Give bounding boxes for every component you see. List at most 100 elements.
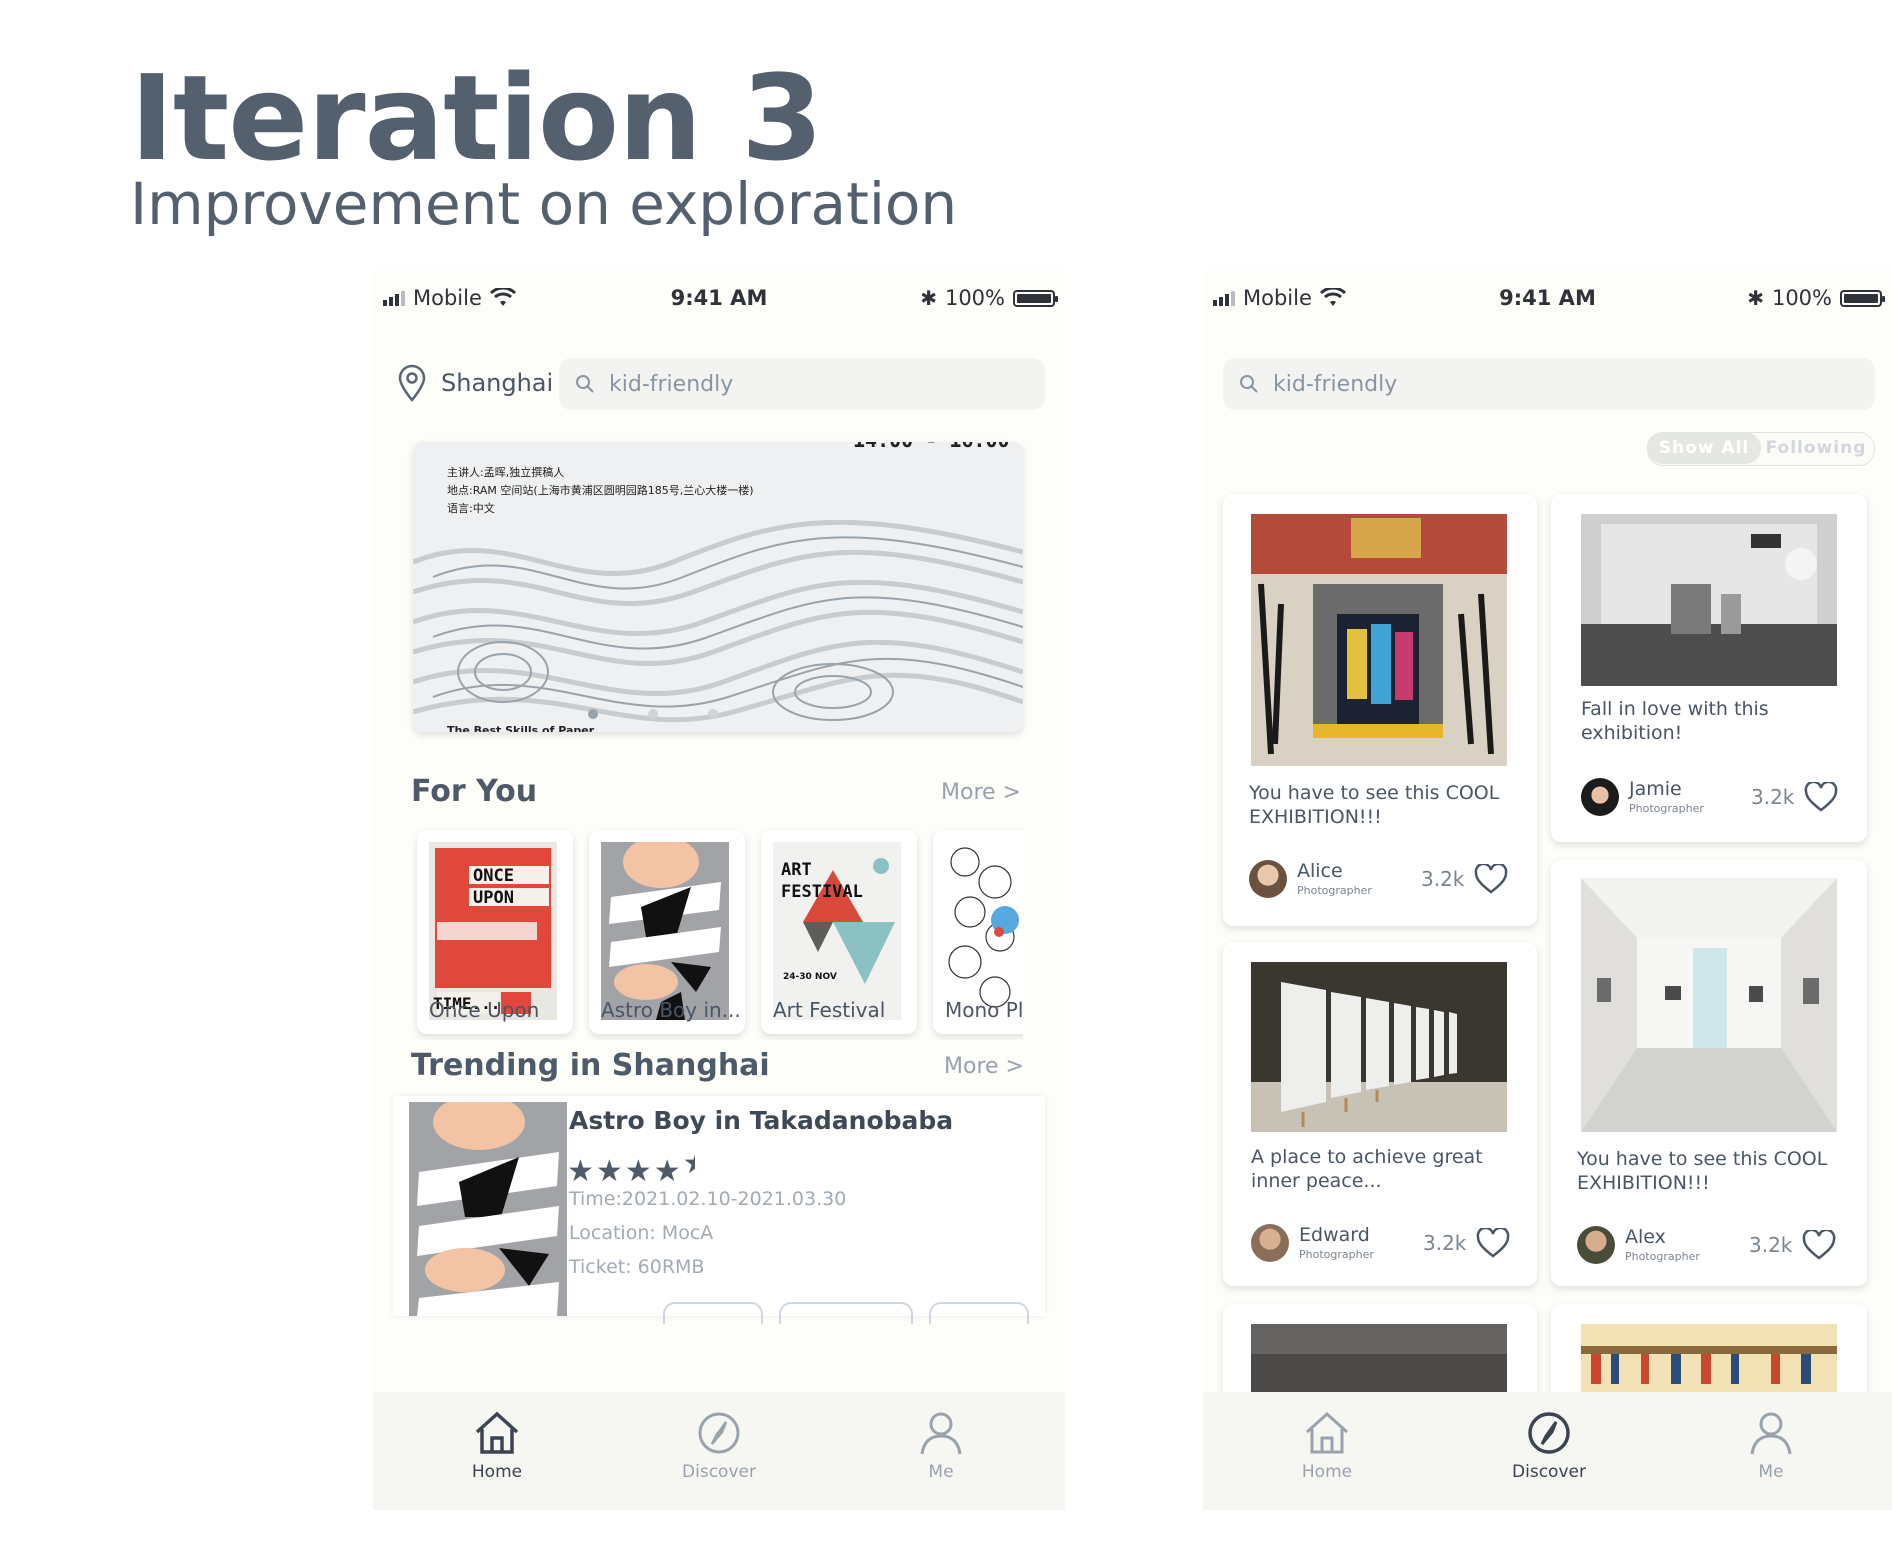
home-icon (1305, 1411, 1349, 1454)
for-you-card[interactable]: ART FESTIVAL 24-30 NOV Art Festival (761, 830, 917, 1034)
feed-post[interactable]: A place to achieve great inner peace... … (1223, 942, 1537, 1286)
feed-post[interactable]: You have to see this COOL EXHIBITION!!! … (1551, 860, 1867, 1286)
like-control[interactable]: 3.2k (1751, 782, 1838, 812)
post-author[interactable]: Alex Photographer (1577, 1226, 1700, 1264)
heart-icon[interactable] (1474, 864, 1508, 894)
search-input[interactable]: kid-friendly (559, 358, 1045, 410)
author-name: Edward (1299, 1223, 1370, 1246)
for-you-card[interactable]: ONCE UPON TIME... Once Upon (417, 830, 573, 1034)
for-you-card[interactable]: Mono Pl (933, 830, 1023, 1034)
for-you-carousel[interactable]: ONCE UPON TIME... Once Upon Astro Boy in… (411, 826, 1023, 1040)
featured-banner[interactable]: 14:00 - 16:00 主讲人:孟晖,独立撰稿人 地点:RAM 空间站(上海… (413, 442, 1023, 732)
feed-post[interactable]: You have to see this COOL EXHIBITION!!! … (1223, 494, 1537, 926)
tab-home-label: Home (1301, 1462, 1353, 1482)
home-screen: Mobile 9:41 AM ✱ 100% Shanghai kid-frien… (373, 270, 1065, 1510)
like-count: 3.2k (1423, 1231, 1467, 1255)
discover-screen: Mobile 9:41 AM ✱ 100% kid-friendly Show … (1203, 270, 1892, 1510)
tag-button[interactable] (663, 1302, 763, 1324)
for-you-card-label: Art Festival (773, 998, 886, 1022)
post-author[interactable]: Jamie Photographer (1581, 778, 1704, 816)
trending-item-title[interactable]: Astro Boy in Takadanobaba (569, 1106, 953, 1135)
trending-card[interactable]: Astro Boy in Takadanobaba ★★★★★ Time:202… (393, 1096, 1045, 1324)
star-icon: ★ (595, 1154, 625, 1189)
rating-stars: ★★★★★ (567, 1146, 695, 1189)
feed-post[interactable]: Fall in love with this exhibition! Jamie… (1551, 494, 1867, 842)
tab-bar: Home Discover Me (1203, 1392, 1892, 1510)
author-role: Photographer (1629, 801, 1704, 815)
location-pin-icon[interactable] (397, 364, 427, 402)
for-you-more-link[interactable]: More > (941, 780, 1021, 805)
white-gallery-photo (1581, 878, 1837, 1132)
poster-art: ART (781, 860, 812, 880)
tab-discover[interactable]: Discover (659, 1410, 779, 1482)
search-placeholder: kid-friendly (1273, 371, 1398, 397)
home-icon (475, 1411, 519, 1454)
following-toggle[interactable]: Following (1759, 432, 1873, 464)
heart-icon[interactable] (1804, 782, 1838, 812)
battery-label: 100% (944, 286, 1005, 310)
bluetooth-icon: ✱ (1747, 286, 1764, 310)
corridor-panels-photo (1251, 962, 1507, 1132)
like-count: 3.2k (1749, 1233, 1793, 1257)
heart-icon[interactable] (1802, 1230, 1836, 1260)
tag-button[interactable] (929, 1302, 1029, 1324)
battery-label: 100% (1771, 286, 1832, 310)
poster-festival: FESTIVAL (781, 882, 863, 902)
trending-title: Trending in Shanghai (411, 1048, 770, 1083)
page-subtitle: Improvement on exploration (130, 170, 958, 238)
battery-icon (1013, 289, 1058, 307)
post-text: You have to see this COOL EXHIBITION!!! (1577, 1148, 1828, 1194)
banner-time: 14:00 - 16:00 (853, 442, 1010, 452)
tab-me-label: Me (1758, 1462, 1784, 1482)
person-icon (1750, 1412, 1792, 1455)
like-control[interactable]: 3.2k (1421, 864, 1508, 894)
show-all-toggle[interactable]: Show All (1647, 432, 1761, 464)
tab-home[interactable]: Home (1267, 1410, 1387, 1482)
trending-time: Time:2021.02.10-2021.03.30 (569, 1188, 847, 1210)
post-text: A place to achieve great inner peace... (1251, 1146, 1483, 1192)
half-star-icon: ★ (683, 1146, 695, 1181)
mono-poster (945, 842, 1023, 1020)
tab-discover[interactable]: Discover (1489, 1410, 1609, 1482)
tab-home[interactable]: Home (437, 1410, 557, 1482)
tab-me[interactable]: Me (1711, 1410, 1831, 1482)
gallery-bw-photo (1581, 514, 1837, 686)
status-bar: Mobile 9:41 AM ✱ 100% (1203, 270, 1892, 330)
tab-me[interactable]: Me (881, 1410, 1001, 1482)
trending-more-link[interactable]: More > (944, 1054, 1024, 1079)
search-placeholder: kid-friendly (609, 371, 734, 397)
bluetooth-icon: ✱ (920, 286, 937, 310)
post-author[interactable]: Alice Photographer (1249, 860, 1372, 898)
battery-icon (1840, 289, 1885, 307)
heart-icon[interactable] (1476, 1228, 1510, 1258)
avatar (1581, 778, 1619, 816)
author-name: Alice (1297, 859, 1343, 882)
avatar (1577, 1226, 1615, 1264)
like-count: 3.2k (1421, 867, 1465, 891)
star-icon: ★ (653, 1154, 683, 1189)
poster-dates: 24-30 NOV (783, 972, 837, 982)
like-control[interactable]: 3.2k (1423, 1228, 1510, 1258)
poster-once: ONCE (473, 866, 514, 886)
tab-bar: Home Discover Me (373, 1392, 1065, 1510)
post-text: Fall in love with this exhibition! (1581, 698, 1769, 744)
like-control[interactable]: 3.2k (1749, 1230, 1836, 1260)
star-icon: ★ (624, 1154, 654, 1189)
post-text: You have to see this COOL EXHIBITION!!! (1249, 782, 1500, 828)
tab-discover-label: Discover (682, 1462, 756, 1482)
tab-me-label: Me (928, 1462, 954, 1482)
post-author[interactable]: Edward Photographer (1251, 1224, 1374, 1262)
search-icon (576, 375, 594, 393)
for-you-card[interactable]: Astro Boy in... (589, 830, 745, 1034)
location-label[interactable]: Shanghai (441, 369, 553, 397)
for-you-card-label: Once Upon (429, 998, 540, 1022)
author-role: Photographer (1625, 1249, 1700, 1263)
for-you-title: For You (411, 774, 538, 809)
search-input[interactable]: kid-friendly (1223, 358, 1875, 410)
louis-vuitton-photo (1251, 514, 1507, 766)
tab-home-label: Home (471, 1462, 523, 1482)
tag-button[interactable] (779, 1302, 913, 1324)
for-you-card-label: Mono Pl (945, 998, 1023, 1022)
compass-icon (698, 1412, 740, 1454)
author-role: Photographer (1297, 883, 1372, 897)
